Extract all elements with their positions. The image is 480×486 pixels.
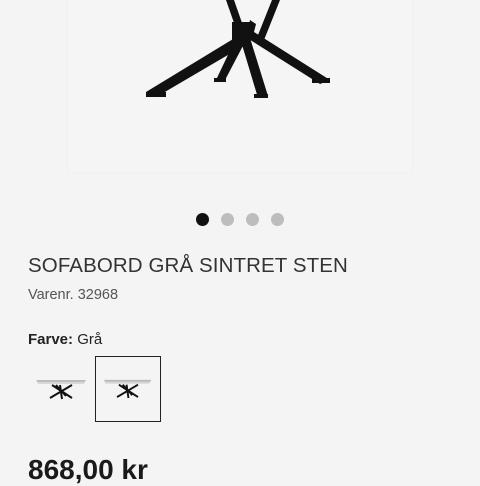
color-label: Farve:: [28, 331, 74, 348]
carousel-dot-2[interactable]: [221, 212, 234, 226]
table-legs-icon: [146, 0, 330, 98]
carousel-dots: [196, 212, 284, 226]
product-image[interactable]: [68, 0, 412, 172]
color-swatch-2[interactable]: [95, 356, 161, 422]
color-value: Grå: [77, 331, 103, 348]
carousel-dot-4[interactable]: [271, 212, 284, 226]
table-thumbnail-icon: [103, 379, 152, 399]
product-sku: Varenr. 32968: [28, 287, 119, 303]
carousel-dot-3[interactable]: [246, 212, 259, 226]
color-selector-label: Farve: Grå: [28, 331, 102, 348]
product-title: SOFABORD GRÅ SINTRET STEN: [28, 254, 348, 277]
carousel-dot-1[interactable]: [196, 212, 209, 226]
color-swatch-1[interactable]: [28, 356, 94, 422]
table-thumbnail-icon: [36, 380, 86, 400]
product-price: 868,00 kr: [28, 454, 148, 485]
